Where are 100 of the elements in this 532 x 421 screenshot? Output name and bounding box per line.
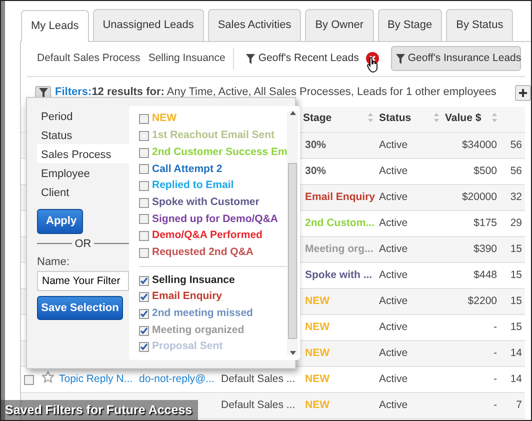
table-cell: 32 <box>510 190 522 203</box>
table-cell: Active <box>379 216 408 229</box>
table-cell: 15 <box>510 268 522 281</box>
stage-option[interactable]: Spoke with Customer <box>152 194 260 211</box>
stage-label: 2nd Custom... <box>305 216 374 229</box>
saved-filter[interactable]: Geoff's Insurance Leads <box>390 46 521 72</box>
stage-option[interactable]: Call Attempt 2 <box>152 162 222 178</box>
table-cell: Active <box>379 294 408 307</box>
filter-name-field[interactable]: Name Your Filter <box>37 270 129 290</box>
checkbox[interactable] <box>139 214 149 224</box>
table-cell: - <box>494 372 497 385</box>
table-cell: Active <box>379 320 408 333</box>
filter-category[interactable]: Period <box>37 106 129 125</box>
stage-option[interactable]: Demo/Q&A Performed <box>152 228 262 244</box>
stage-label: NEW <box>305 372 330 385</box>
checkbox[interactable] <box>139 164 149 174</box>
checkbox[interactable] <box>139 181 149 192</box>
save-selection-button[interactable]: Save Selection <box>37 296 123 320</box>
stage-option[interactable]: Selling Insuance <box>152 272 235 288</box>
scrollbar[interactable] <box>287 111 298 355</box>
table-cell: $390 <box>474 242 497 255</box>
table-cell: $34000 <box>462 138 497 151</box>
table-cell: 15 <box>510 294 522 307</box>
table-cell: - <box>494 398 497 411</box>
checkbox[interactable] <box>139 326 149 336</box>
table-cell: Active <box>379 268 408 281</box>
table-cell: - <box>494 346 497 359</box>
add-button[interactable] <box>515 84 531 100</box>
table-cell: Active <box>379 190 408 203</box>
email-link[interactable]: do-not-reply@... <box>139 372 214 385</box>
table-cell: $500 <box>474 164 497 177</box>
stage-label: NEW <box>305 320 330 333</box>
filter-summary: 12 results for: Any Time, Active, All Sales Processes, Leads for 1 other employees <box>92 85 496 100</box>
stage-label: NEW <box>305 294 330 307</box>
stage-option[interactable]: Requested 2nd Q&A <box>152 244 254 261</box>
stage-label: 30% <box>305 164 326 177</box>
checkbox[interactable] <box>139 148 149 158</box>
table-cell: 15 <box>510 320 522 333</box>
checkbox[interactable] <box>139 231 149 242</box>
stage-label: 30% <box>305 138 326 151</box>
column-header[interactable]: Stage <box>303 112 332 124</box>
or-divider-text: OR <box>74 236 92 252</box>
stage-option[interactable]: Signed up for Demo/Q&A <box>152 212 278 228</box>
tab[interactable]: By Status <box>446 9 514 40</box>
filters-link[interactable]: Filters: <box>55 84 92 101</box>
tab[interactable]: My Leads <box>21 10 89 42</box>
table-cell: 14 <box>510 372 522 385</box>
table-cell: Active <box>379 372 408 385</box>
process-link[interactable]: Default Sales Process <box>37 50 140 66</box>
scroll-up-arrow-icon[interactable] <box>290 111 296 115</box>
scroll-down-arrow-icon[interactable] <box>290 351 296 355</box>
table-cell: Active <box>379 398 408 411</box>
checkbox[interactable] <box>139 131 149 142</box>
tab[interactable]: By Stage <box>378 9 442 40</box>
table-cell: 56 <box>510 138 522 151</box>
table-cell: $20000 <box>462 190 497 203</box>
funnel-icon <box>246 54 256 64</box>
star-icon[interactable] <box>42 370 54 383</box>
filter-category[interactable]: Status <box>37 125 129 144</box>
tab[interactable]: Sales Activities <box>208 9 302 40</box>
stage-label: NEW <box>305 346 330 359</box>
table-cell: Active <box>379 164 408 177</box>
row-checkbox[interactable] <box>24 374 34 384</box>
checkbox[interactable] <box>139 342 149 352</box>
checkbox[interactable] <box>139 198 149 208</box>
checkbox[interactable] <box>139 248 149 258</box>
table-cell: 7 <box>516 398 522 411</box>
table-cell: Active <box>379 138 408 151</box>
stage-option[interactable]: Email Enquiry <box>152 289 222 306</box>
stage-label: Email Enquiry <box>305 190 376 203</box>
topic-link[interactable]: Topic Reply N... <box>59 372 133 385</box>
stage-label: Spoke with ... <box>305 268 372 281</box>
table-cell: - <box>494 320 497 333</box>
sort-icon[interactable] <box>368 111 373 124</box>
hand-cursor-icon <box>367 57 379 74</box>
sort-icon[interactable] <box>434 111 439 124</box>
table-cell: 14 <box>510 346 522 359</box>
name-label: Name: <box>37 255 70 270</box>
apply-button[interactable]: Apply <box>37 209 83 234</box>
filter-category[interactable]: Client <box>37 182 129 201</box>
checkbox[interactable] <box>139 292 149 302</box>
table-cell: $448 <box>474 268 497 281</box>
table-cell: Default Sales ... <box>221 372 296 385</box>
checkbox[interactable] <box>139 308 149 319</box>
sort-icon[interactable] <box>492 111 497 124</box>
checkbox[interactable] <box>139 276 149 286</box>
filter-category[interactable]: Employee <box>37 163 129 182</box>
table-cell: Active <box>379 242 408 255</box>
funnel-icon <box>396 54 405 64</box>
table-cell: $175 <box>474 216 497 229</box>
process-link[interactable]: Selling Insuance <box>148 50 226 66</box>
table-cell: 56 <box>510 164 522 177</box>
plus-icon <box>519 88 527 96</box>
table-cell: $2200 <box>468 294 497 307</box>
table-cell: 29 <box>510 216 522 229</box>
tab[interactable]: By Owner <box>305 9 374 40</box>
caption-text: Saved Filters for Future Access <box>4 402 192 419</box>
checkbox[interactable] <box>139 114 149 124</box>
tab[interactable]: Unassigned Leads <box>92 9 204 40</box>
stage-label: Meeting org... <box>305 242 374 255</box>
